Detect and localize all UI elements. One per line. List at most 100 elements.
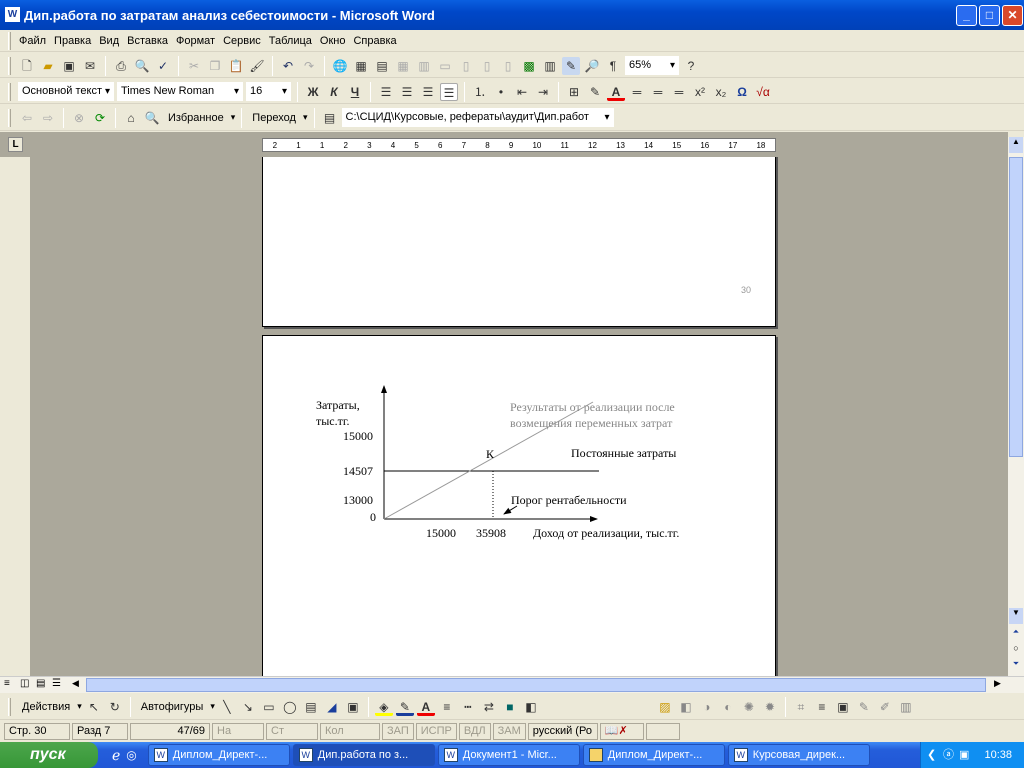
go-menu[interactable]: Переход [248, 112, 300, 124]
autoshapes-menu[interactable]: Автофигуры [137, 701, 208, 713]
fill-color-icon[interactable]: ◈ [374, 698, 393, 716]
next-page-icon[interactable]: ⏷ [1009, 659, 1023, 673]
minimize-button[interactable]: _ [956, 5, 977, 26]
line-tool-icon[interactable]: ╲ [218, 698, 236, 716]
icon-b[interactable]: ▯ [478, 57, 496, 75]
menu-tools[interactable]: Сервис [219, 35, 265, 47]
home-icon[interactable]: ⌂ [122, 109, 140, 127]
normal-view-icon[interactable]: ≡ [4, 678, 10, 689]
horizontal-scrollbar[interactable]: ≡ ◫ ▤ ☰ ◀ ▶ [0, 676, 1024, 693]
status-trk[interactable]: ИСПР [415, 723, 457, 740]
tables-borders-icon[interactable]: ▦ [352, 57, 370, 75]
menu-format[interactable]: Формат [172, 35, 219, 47]
drawing-icon[interactable]: ▭ [436, 57, 454, 75]
status-ovr[interactable]: ЗАМ [492, 723, 526, 740]
cut-icon[interactable]: ✂ [185, 57, 203, 75]
select-objects-icon[interactable]: ↖ [85, 698, 103, 716]
redo-icon[interactable]: ↷ [300, 57, 318, 75]
font-size-combo[interactable]: 16 [246, 82, 291, 101]
img-ctrl-1-icon[interactable]: ◧ [677, 698, 695, 716]
columns2-icon[interactable]: ▥ [541, 57, 559, 75]
menu-edit[interactable]: Правка [50, 35, 95, 47]
increase-indent-icon[interactable]: ⇥ [534, 83, 552, 101]
address-combo[interactable]: C:\СЦИД\Курсовые, рефераты\аудит\Дип.раб… [341, 108, 614, 127]
insert-excel-icon[interactable]: ▦ [394, 57, 412, 75]
show-formatting-icon[interactable]: ¶ [604, 57, 622, 75]
outline-view-icon[interactable]: ☰ [52, 678, 61, 689]
web-view-icon[interactable]: ◫ [20, 678, 29, 689]
document-map-icon[interactable]: 🔎 [583, 57, 601, 75]
copy-icon[interactable]: ❐ [206, 57, 224, 75]
free-rotate-icon[interactable]: ↻ [106, 698, 124, 716]
wordart-icon[interactable]: ◢ [323, 698, 341, 716]
task-dip-rabota[interactable]: W Дип.работа по з... [292, 744, 435, 766]
align-center-icon[interactable]: ☰ [398, 83, 416, 101]
line-color-icon[interactable]: ✎ [395, 698, 414, 716]
new-icon[interactable]: 🗋 [18, 57, 36, 75]
superscript-button[interactable]: x² [691, 83, 709, 101]
ie-icon[interactable]: ℯ [112, 747, 120, 764]
menu-help[interactable]: Справка [349, 35, 400, 47]
oval-icon[interactable]: ◯ [281, 698, 299, 716]
arrow-style-icon[interactable]: ⇄ [480, 698, 498, 716]
excel-icon[interactable]: ▩ [520, 57, 538, 75]
menu-file[interactable]: Файл [15, 35, 50, 47]
search-web-icon[interactable]: 🔍 [143, 109, 161, 127]
h-scroll-thumb[interactable] [86, 678, 986, 692]
img-ctrl-3-icon[interactable]: ◐ [719, 698, 737, 716]
tray-expand-icon[interactable]: ❮ [927, 742, 936, 768]
crop-icon[interactable]: ⌗ [792, 698, 810, 716]
img-ctrl-4-icon[interactable]: ✺ [740, 698, 758, 716]
tray-language-icon[interactable]: ▣ [959, 742, 969, 768]
clipart-icon[interactable]: ▣ [344, 698, 362, 716]
numbering-icon[interactable]: ⒈ [471, 83, 489, 101]
undo-icon[interactable]: ↶ [279, 57, 297, 75]
img-line-icon[interactable]: ≡ [813, 698, 831, 716]
close-button[interactable]: ✕ [1002, 5, 1023, 26]
back-icon[interactable]: ⇦ [18, 109, 36, 127]
bold-button[interactable]: Ж [304, 83, 322, 101]
print-view-icon[interactable]: ▤ [36, 678, 45, 689]
scroll-left-icon[interactable]: ◀ [72, 678, 79, 689]
style-combo[interactable]: Основной текст [18, 82, 114, 101]
spelling-status-icon[interactable]: 📖✗ [599, 723, 644, 740]
font-combo[interactable]: Times New Roman [117, 82, 243, 101]
forward-icon[interactable]: ⇨ [39, 109, 57, 127]
align-left-icon[interactable]: ☰ [377, 83, 395, 101]
subscript-button[interactable]: x₂ [712, 83, 730, 101]
textbox-icon[interactable]: ▤ [302, 698, 320, 716]
spelling-icon[interactable]: ✓ [154, 57, 172, 75]
transparent-icon[interactable]: ✎ [855, 698, 873, 716]
text-wrap-icon[interactable]: ▥ [897, 698, 915, 716]
task-diplom-1[interactable]: W Диплом_Директ-... [147, 744, 290, 766]
outlook-icon[interactable]: ◎ [126, 748, 136, 762]
print-preview-icon[interactable]: 🔍 [133, 57, 151, 75]
status-ext[interactable]: ВДЛ [458, 723, 491, 740]
menu-view[interactable]: Вид [95, 35, 123, 47]
reset-picture-icon[interactable]: ✐ [876, 698, 894, 716]
img-ctrl-5-icon[interactable]: ✹ [761, 698, 779, 716]
line3-icon[interactable]: ═ [670, 83, 688, 101]
dash-style-icon[interactable]: ┅ [459, 698, 477, 716]
underline-button[interactable]: Ч [346, 83, 364, 101]
icon-c[interactable]: ▯ [499, 57, 517, 75]
columns-icon[interactable]: ▥ [415, 57, 433, 75]
tray-app-icon[interactable]: ⓐ [943, 742, 954, 768]
3d-icon[interactable]: ◧ [522, 698, 540, 716]
task-document1[interactable]: W Документ1 - Micr... [437, 744, 580, 766]
shadow-icon[interactable]: ■ [501, 698, 519, 716]
format-picture-icon[interactable]: ▣ [834, 698, 852, 716]
stop-icon[interactable]: ⊗ [70, 109, 88, 127]
drawing-toggle-icon[interactable]: ✎ [562, 56, 580, 75]
rectangle-icon[interactable]: ▭ [260, 698, 278, 716]
highlight-icon[interactable]: ✎ [586, 83, 604, 101]
equation-button[interactable]: √α [754, 83, 772, 101]
format-painter-icon[interactable]: 🖌 [248, 57, 266, 75]
task-kursovaya[interactable]: W Курсовая_дирек... [727, 744, 870, 766]
start-button[interactable]: пуск [0, 742, 98, 768]
menu-insert[interactable]: Вставка [123, 35, 172, 47]
icon-a[interactable]: ▯ [457, 57, 475, 75]
justify-icon[interactable]: ☰ [440, 82, 458, 101]
scroll-up-icon[interactable]: ▲ [1009, 137, 1023, 153]
line-icon[interactable]: ═ [628, 83, 646, 101]
